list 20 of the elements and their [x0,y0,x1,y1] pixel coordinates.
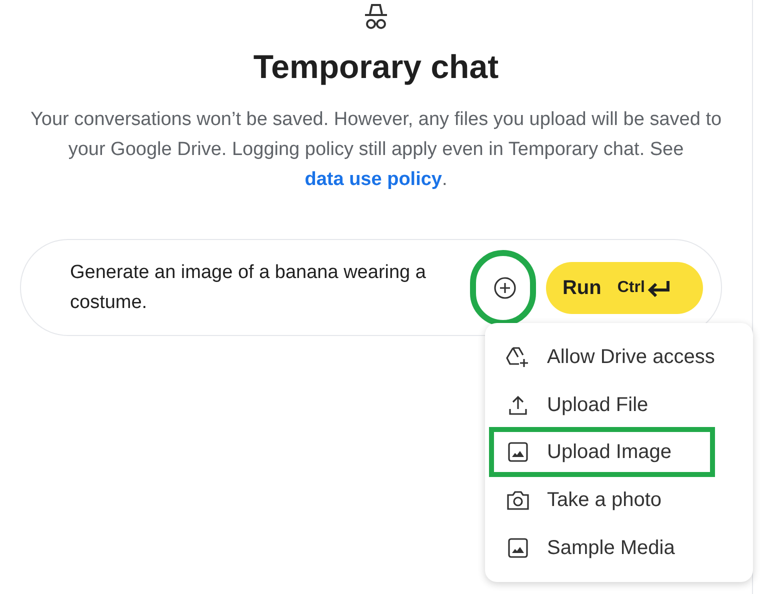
page-title: Temporary chat [253,47,499,87]
image-icon [508,538,528,558]
run-button[interactable]: Run Ctrl [546,262,703,314]
menu-item[interactable]: Allow Drive access [485,333,753,381]
notice-text: Your conversations won’t be saved. However, any files you upload will be saved to your Google Drive. Logging policy still apply even in Temporary chat. See data use policy. [29,108,723,192]
enter-icon [646,278,671,297]
menu-item[interactable]: Upload File [485,380,753,429]
image-icon [508,442,528,462]
drive-add-icon [506,346,530,368]
menu-item[interactable]: Upload Image [485,428,753,476]
upload-icon [508,394,528,416]
policy-link[interactable]: data use policy [304,169,442,190]
camera-icon [507,490,529,510]
prompt-input[interactable]: Generate an image of a banana wearing a costume. [70,258,476,318]
incognito-icon [363,2,389,30]
run-label: Run [562,276,602,301]
menu-item[interactable]: Take a photo [485,476,753,524]
add-icon[interactable] [494,276,516,299]
shortcut-label: Ctrl [617,278,645,298]
menu-item[interactable]: Sample Media [485,524,753,572]
